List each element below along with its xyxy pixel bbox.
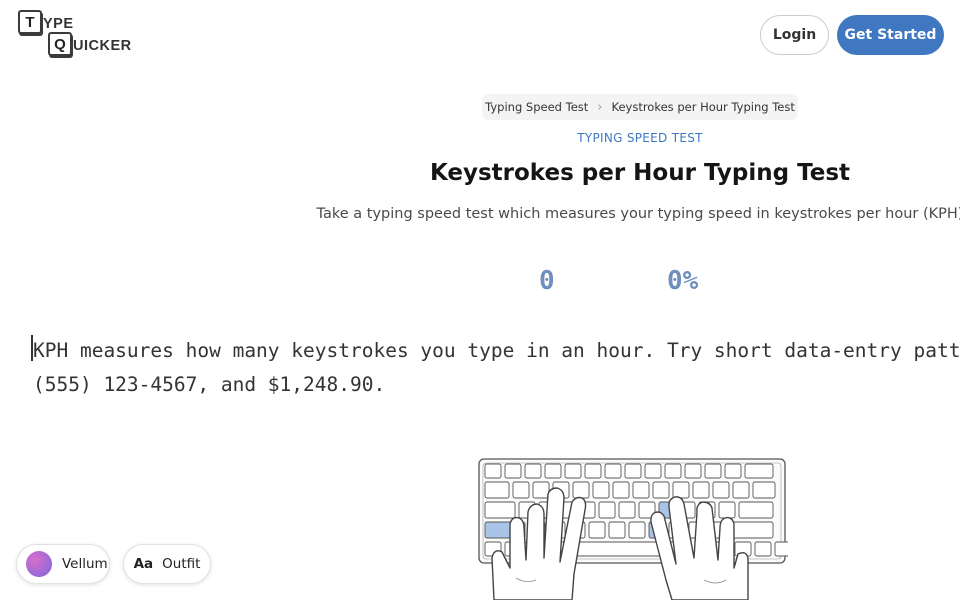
keyboard-key (574, 541, 666, 557)
keyboard-hands-illustration (478, 458, 788, 600)
keyboard-key (588, 521, 606, 539)
keyboard-key (484, 481, 510, 499)
get-started-button[interactable]: Get Started (837, 15, 944, 55)
breadcrumb-item-current: Keystrokes per Hour Typing Test (611, 100, 795, 114)
keyboard-key (728, 521, 774, 539)
keyboard-key (532, 481, 550, 499)
keyboard-key (664, 463, 682, 479)
keyboard-key (564, 463, 582, 479)
logo[interactable]: T YPE Q UICKER (18, 10, 148, 62)
keyboard-key (504, 463, 522, 479)
keystroke-count-stat: 0 (539, 266, 555, 296)
keyboard-key (672, 481, 690, 499)
keyboard-key (738, 501, 774, 519)
font-icon: Aa (133, 556, 154, 572)
logo-text-ype: YPE (43, 16, 74, 32)
keyboard-key (718, 501, 736, 519)
accuracy-stat: 0% (667, 266, 699, 296)
keyboard-key (712, 481, 730, 499)
chevron-right-icon: › (597, 99, 603, 115)
keyboard-key (732, 481, 750, 499)
typing-area[interactable]: KPH measures how many keystrokes you typ… (33, 334, 960, 402)
keyboard-key (608, 521, 626, 539)
login-button[interactable]: Login (760, 15, 829, 55)
font-selector-button[interactable]: Aa Outfit (123, 544, 211, 584)
keyboard-key (524, 463, 542, 479)
theme-selector-button[interactable]: Vellum (16, 544, 110, 584)
keyboard-key (598, 501, 616, 519)
keyboard-key (704, 463, 722, 479)
keyboard-key (512, 481, 530, 499)
logo-text-uicker: UICKER (73, 38, 132, 54)
keyboard-key (752, 481, 776, 499)
page-title: Keystrokes per Hour Typing Test (429, 160, 851, 186)
keyboard-key (744, 463, 774, 479)
keyboard-key (632, 481, 650, 499)
keyboard-key (644, 463, 662, 479)
typing-line-1: KPH measures how many keystrokes you typ… (33, 339, 960, 362)
keyboard-key (628, 521, 646, 539)
keyboard-key (624, 463, 642, 479)
logo-keycap-t: T (18, 10, 42, 34)
typing-line-2: (555) 123-4567, and $1,248.90. (33, 373, 386, 396)
keyboard-key (612, 481, 630, 499)
keyboard-key (484, 463, 502, 479)
keyboard-key (692, 481, 710, 499)
breadcrumb: Typing Speed Test › Keystrokes per Hour … (482, 94, 798, 120)
keyboard-key (484, 501, 516, 519)
keyboard-key (774, 541, 788, 557)
keyboard-key (684, 463, 702, 479)
logo-keycap-q: Q (48, 32, 72, 56)
breadcrumb-item-typing-speed-test[interactable]: Typing Speed Test (485, 100, 588, 114)
keyboard-key (592, 481, 610, 499)
keyboard-key (618, 501, 636, 519)
keyboard-key (652, 481, 670, 499)
text-caret (31, 335, 33, 361)
font-label: Outfit (162, 556, 201, 572)
keyboard-key (544, 463, 562, 479)
keyboard-key (754, 541, 772, 557)
theme-swatch-icon (26, 551, 52, 577)
keyboard-key (572, 481, 590, 499)
keyboard-key (584, 463, 602, 479)
keyboard-key (724, 463, 742, 479)
eyebrow-label: TYPING SPEED TEST (577, 131, 703, 145)
theme-label: Vellum (62, 556, 108, 572)
page-subtitle: Take a typing speed test which measures … (316, 206, 960, 222)
keyboard-key (604, 463, 622, 479)
